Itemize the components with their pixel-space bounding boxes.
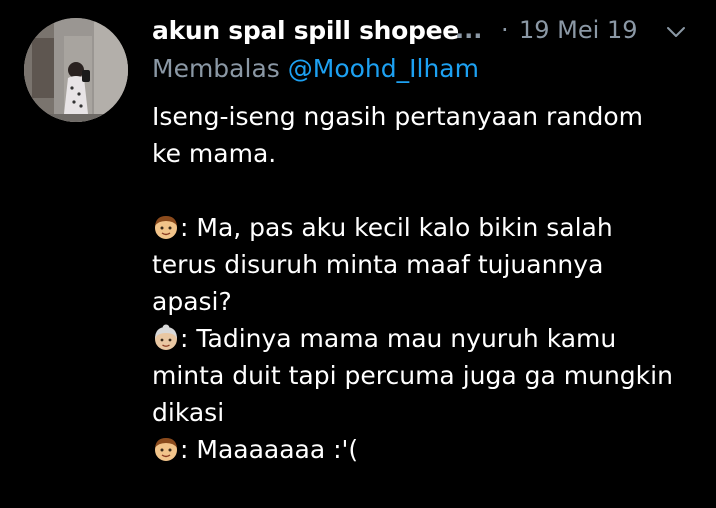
tweet[interactable]: akun spal spill shopee ... · 19 Mei 19 M… — [0, 0, 716, 508]
dialogue-text: : Tadinya mama mau nyuruh kamu — [180, 324, 617, 353]
tweet-header: akun spal spill shopee ... · 19 Mei 19 — [152, 14, 700, 50]
body-line: ke mama. — [152, 139, 277, 168]
display-name[interactable]: akun spal spill shopee — [152, 16, 459, 45]
tweet-body: Iseng-iseng ngasih pertanyaan random ke … — [152, 98, 708, 468]
dialogue-line: : Tadinya mama mau nyuruh kamu — [152, 320, 708, 357]
dialogue-line: terus disuruh minta maaf tujuannya — [152, 250, 604, 279]
older-woman-emoji-icon — [152, 324, 180, 352]
reply-context: Membalas @Moohd_Ilham — [152, 54, 479, 83]
dialogue-text: : Maaaaaaa :'( — [180, 435, 359, 464]
dialogue-line: : Ma, pas aku kecil kalo bikin salah — [152, 209, 708, 246]
chevron-down-icon[interactable] — [665, 24, 687, 40]
avatar[interactable] — [24, 18, 128, 122]
dialogue-text: : Ma, pas aku kecil kalo bikin salah — [180, 213, 613, 242]
timestamp[interactable]: 19 Mei 19 — [519, 16, 637, 44]
boy-emoji-icon — [152, 435, 180, 463]
dialogue-line: : Maaaaaaa :'( — [152, 431, 708, 468]
name-truncation: ... — [455, 16, 483, 44]
reply-mention-link[interactable]: @Moohd_Ilham — [288, 54, 479, 83]
dialogue-line: minta duit tapi percuma juga ga mungkin — [152, 361, 673, 390]
body-line: Iseng-iseng ngasih pertanyaan random — [152, 102, 644, 131]
dialogue-line: dikasi — [152, 398, 225, 427]
boy-emoji-icon — [152, 213, 180, 241]
dialogue-line: apasi? — [152, 287, 232, 316]
reply-prefix: Membalas — [152, 54, 280, 83]
separator-dot: · — [501, 16, 509, 44]
